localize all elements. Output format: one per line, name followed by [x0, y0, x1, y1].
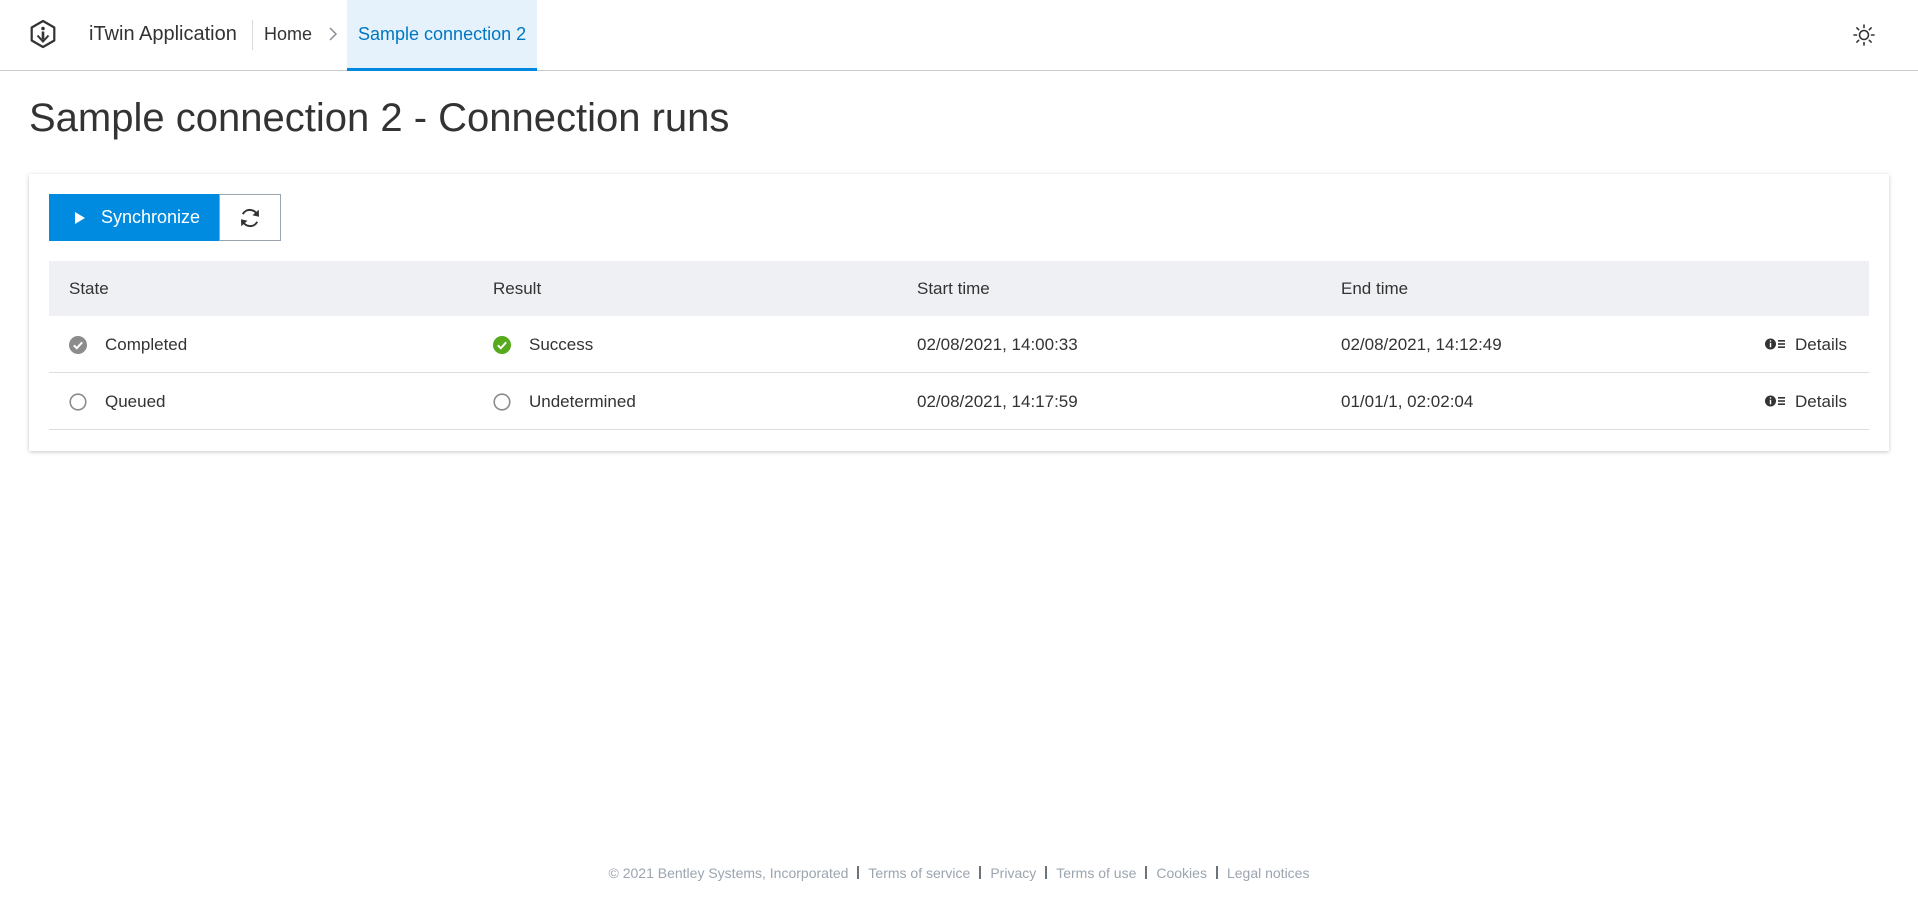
- chevron-right-icon: [326, 26, 340, 42]
- column-header-start-time[interactable]: Start time: [917, 261, 990, 316]
- footer-link-terms-of-service[interactable]: Terms of service: [868, 865, 970, 881]
- details-label: Details: [1795, 335, 1847, 354]
- runs-table: State Result Start time End time Complet…: [49, 261, 1869, 430]
- page-title: Sample connection 2 - Connection runs: [29, 96, 730, 140]
- info-list-icon: [1765, 395, 1786, 407]
- connection-runs-card: Synchronize State Result Start time End …: [29, 174, 1889, 451]
- empty-circle-icon: [493, 393, 511, 411]
- breadcrumb-current[interactable]: Sample connection 2: [347, 0, 538, 71]
- info-list-icon: [1765, 338, 1786, 350]
- synchronize-label: Synchronize: [101, 207, 201, 227]
- app-title[interactable]: iTwin Application: [89, 22, 237, 46]
- footer-link-cookies[interactable]: Cookies: [1156, 865, 1207, 881]
- sun-icon[interactable]: [1851, 22, 1877, 48]
- footer-separator: [1045, 866, 1048, 879]
- table-header: State Result Start time End time: [49, 261, 1869, 316]
- table-row[interactable]: Queued Undetermined 02/08/2021, 14:17:59…: [49, 373, 1869, 430]
- start-time-cell: 02/08/2021, 14:17:59: [917, 392, 1078, 411]
- breadcrumb-home[interactable]: Home: [264, 22, 312, 46]
- footer-copyright: © 2021 Bentley Systems, Incorporated: [608, 865, 849, 881]
- success-check-icon: [493, 336, 511, 354]
- footer-separator: [1145, 866, 1148, 879]
- result-cell: Success: [529, 335, 594, 354]
- start-time-cell: 02/08/2021, 14:00:33: [917, 335, 1078, 354]
- header-divider: [252, 20, 253, 50]
- state-cell: Queued: [105, 392, 166, 411]
- footer-separator: [857, 866, 860, 879]
- footer-separator: [979, 866, 982, 879]
- play-icon: [75, 212, 85, 224]
- footer-link-privacy[interactable]: Privacy: [990, 865, 1036, 881]
- details-link[interactable]: Details: [1765, 373, 1847, 430]
- empty-circle-icon: [69, 393, 87, 411]
- refresh-button[interactable]: [219, 194, 281, 241]
- app-header: iTwin Application Home Sample connection…: [0, 0, 1918, 71]
- details-link[interactable]: Details: [1765, 316, 1847, 373]
- state-cell: Completed: [105, 335, 188, 354]
- column-header-state[interactable]: State: [69, 261, 109, 316]
- refresh-icon: [241, 208, 259, 228]
- table-row[interactable]: Completed Success 02/08/2021, 14:00:33 0…: [49, 316, 1869, 373]
- result-cell: Undetermined: [529, 392, 636, 411]
- footer: © 2021 Bentley Systems, Incorporated Term…: [0, 864, 1918, 882]
- itwin-logo-icon[interactable]: [28, 19, 58, 49]
- completed-check-icon: [69, 336, 87, 354]
- end-time-cell: 01/01/1, 02:02:04: [1341, 392, 1474, 411]
- synchronize-button[interactable]: Synchronize: [49, 194, 219, 241]
- footer-link-legal-notices[interactable]: Legal notices: [1227, 865, 1310, 881]
- footer-separator: [1215, 866, 1218, 879]
- column-header-end-time[interactable]: End time: [1341, 261, 1408, 316]
- footer-link-terms-of-use[interactable]: Terms of use: [1056, 865, 1136, 881]
- end-time-cell: 02/08/2021, 14:12:49: [1341, 335, 1502, 354]
- details-label: Details: [1795, 392, 1847, 411]
- column-header-result[interactable]: Result: [493, 261, 541, 316]
